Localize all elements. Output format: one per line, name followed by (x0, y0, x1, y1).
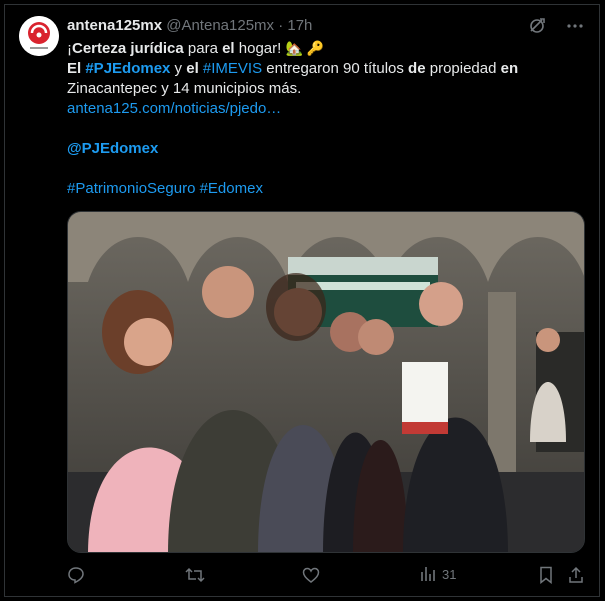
more-icon[interactable] (565, 16, 585, 36)
separator-dot: · (278, 17, 284, 34)
tweet-text: ¡Certeza jurídica para el hogar! 🏡 🔑 El … (67, 38, 582, 199)
heart-icon[interactable] (302, 566, 320, 584)
hashtag-imevis[interactable]: #IMEVIS (203, 60, 262, 77)
mention-pjedomex[interactable]: @PJEdomex (67, 139, 582, 159)
house-key-emoji: 🏡 🔑 (285, 40, 325, 56)
grok-icon[interactable] (527, 16, 547, 36)
views-icon (421, 567, 435, 581)
display-name[interactable]: antena125mx (67, 17, 162, 34)
timestamp[interactable]: 17h (287, 17, 312, 34)
user-handle[interactable]: @Antena125mx (166, 17, 274, 34)
bookmark-icon[interactable] (538, 566, 554, 584)
article-link[interactable]: antena125.com/noticias/pjedo… (67, 99, 582, 119)
antena125-logo (19, 16, 59, 56)
share-icon[interactable] (567, 566, 585, 584)
views-button[interactable]: 31 (420, 566, 456, 582)
text-line-1: ¡Certeza jurídica para el hogar! 🏡 🔑 (67, 40, 325, 57)
retweet-icon[interactable] (185, 566, 205, 584)
text-line-2: El #PJEdomex y el #IMEVIS entregaron 90 … (67, 60, 519, 77)
reply-icon[interactable] (67, 566, 85, 584)
tweet-header: antena125mx @Antena125mx · 17h (67, 16, 312, 36)
views-count: 31 (442, 566, 457, 582)
avatar[interactable] (19, 16, 59, 56)
event-photo-illustration (68, 212, 584, 552)
tweet-photo[interactable] (67, 211, 585, 553)
hashtag-pjedomex[interactable]: #PJEdomex (85, 60, 170, 77)
action-bar: 31 (67, 566, 585, 586)
hashtags[interactable]: #PatrimonioSeguro #Edomex (67, 179, 582, 199)
text-line-3: Zinacantepec y 14 municipios más. (67, 80, 302, 97)
